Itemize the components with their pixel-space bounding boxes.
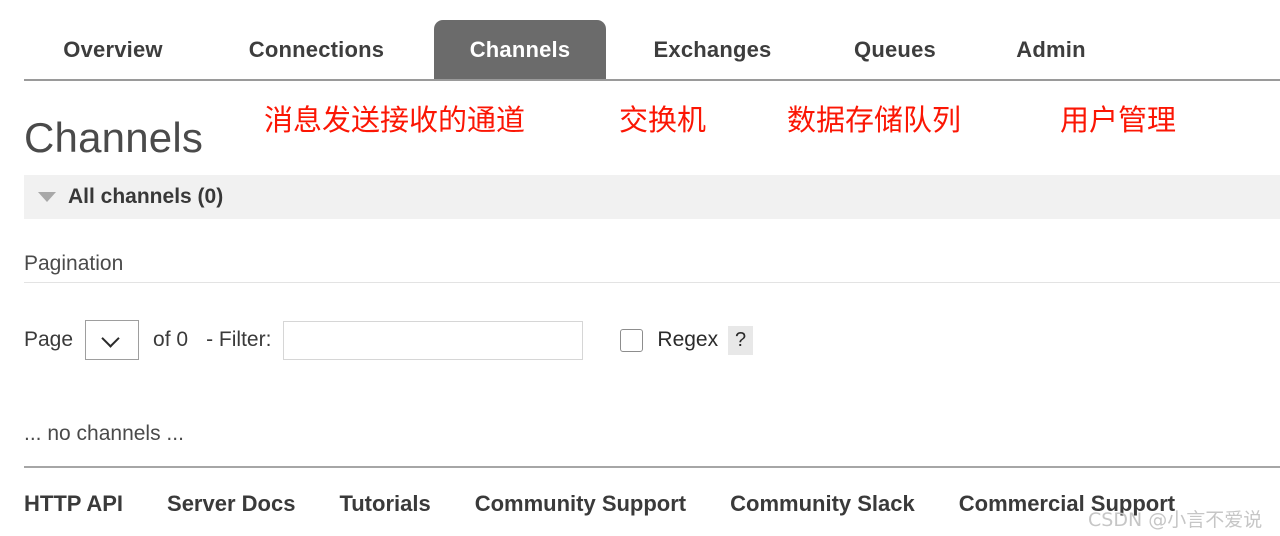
annotation-queues: 数据存储队列 [787,103,962,137]
tab-overview[interactable]: Overview [52,20,174,79]
filter-label: - Filter: [206,328,272,351]
pagination-heading: Pagination [24,252,124,275]
annotation-exchanges: 交换机 [619,103,707,137]
tab-channels[interactable]: Channels [434,20,606,79]
annotation-channels: 消息发送接收的通道 [264,103,526,137]
tab-connections-label: Connections [248,36,385,62]
main-navigation-tabs: Overview Connections Channels Exchanges … [0,0,1280,81]
chevron-down-icon [101,329,120,348]
section-header-label: All channels (0) [68,185,224,208]
page-title: Channels [24,114,204,161]
tab-bar-underline [24,79,1280,81]
filter-input[interactable] [283,320,584,360]
page-label: Page [24,328,74,351]
empty-state-message: ... no channels ... [24,422,184,445]
tab-channels-label: Channels [469,36,571,62]
tab-exchanges[interactable]: Exchanges [646,20,779,79]
regex-label: Regex [657,328,719,351]
page-count-label: of 0 [153,328,189,351]
tab-admin-label: Admin [1016,36,1086,62]
pagination-divider [24,282,1280,283]
footer-divider [24,466,1280,468]
tab-overview-label: Overview [63,36,163,62]
page-select[interactable] [85,320,140,360]
footer-link-community-slack[interactable]: Community Slack [730,491,915,517]
footer-link-server-docs[interactable]: Server Docs [167,491,295,517]
footer-link-tutorials[interactable]: Tutorials [339,491,430,517]
tab-queues-label: Queues [854,36,936,62]
watermark: CSDN @小言不爱说 [1088,509,1263,531]
footer-link-community-support[interactable]: Community Support [475,491,686,517]
footer-link-http-api[interactable]: HTTP API [24,491,123,517]
help-icon[interactable]: ? [728,325,754,355]
tab-connections[interactable]: Connections [238,20,395,79]
pagination-controls: Page of 0 - Filter: Regex ? [24,318,754,362]
tab-exchanges-label: Exchanges [653,36,772,62]
annotation-admin: 用户管理 [1060,103,1177,137]
caret-down-icon [38,192,56,202]
tab-queues[interactable]: Queues [849,20,941,79]
section-header-all-channels[interactable]: All channels (0) [24,175,1280,219]
regex-group: Regex ? [620,325,754,355]
tab-admin[interactable]: Admin [1011,20,1091,79]
regex-checkbox[interactable] [620,328,644,352]
